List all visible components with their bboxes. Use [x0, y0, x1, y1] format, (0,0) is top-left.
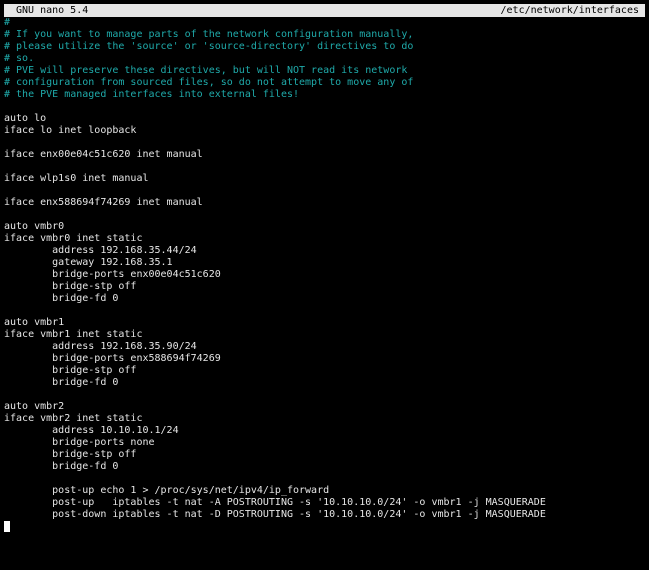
config-line[interactable]: post-up iptables -t nat -A POSTROUTING -… [4, 497, 645, 509]
config-line[interactable]: bridge-ports none [4, 437, 645, 449]
config-line[interactable]: iface vmbr2 inet static [4, 413, 645, 425]
config-line[interactable]: iface vmbr0 inet static [4, 233, 645, 245]
config-line[interactable]: bridge-fd 0 [4, 377, 645, 389]
config-line[interactable] [4, 185, 645, 197]
config-line[interactable]: iface lo inet loopback [4, 125, 645, 137]
config-line[interactable]: gateway 192.168.35.1 [4, 257, 645, 269]
app-title: GNU nano 5.4 [16, 5, 89, 16]
config-line[interactable] [4, 161, 645, 173]
config-line[interactable]: auto lo [4, 113, 645, 125]
config-line[interactable]: bridge-stp off [4, 281, 645, 293]
config-line[interactable]: bridge-fd 0 [4, 461, 645, 473]
config-line[interactable] [4, 305, 645, 317]
text-cursor [4, 521, 10, 532]
config-line[interactable]: address 192.168.35.44/24 [4, 245, 645, 257]
comment-line[interactable]: # PVE will preserve these directives, bu… [4, 65, 645, 77]
comment-line[interactable]: # the PVE managed interfaces into extern… [4, 89, 645, 101]
config-line[interactable]: auto vmbr1 [4, 317, 645, 329]
config-line[interactable]: iface enx00e04c51c620 inet manual [4, 149, 645, 161]
config-line[interactable]: iface wlp1s0 inet manual [4, 173, 645, 185]
config-line[interactable] [4, 389, 645, 401]
status-bar [0, 547, 649, 570]
nano-title-bar: GNU nano 5.4 /etc/network/interfaces [4, 4, 645, 17]
config-line[interactable]: bridge-fd 0 [4, 293, 645, 305]
config-line[interactable]: address 10.10.10.1/24 [4, 425, 645, 437]
config-line[interactable]: address 192.168.35.90/24 [4, 341, 645, 353]
comment-line[interactable]: # [4, 17, 645, 29]
config-line[interactable]: bridge-stp off [4, 365, 645, 377]
editor-text-area[interactable]: # # If you want to manage parts of the ne… [4, 17, 645, 547]
config-line[interactable]: bridge-ports enx588694f74269 [4, 353, 645, 365]
config-line[interactable]: auto vmbr2 [4, 401, 645, 413]
comment-line[interactable]: # configuration from sourced files, so d… [4, 77, 645, 89]
config-line[interactable]: auto vmbr0 [4, 221, 645, 233]
config-line[interactable]: iface vmbr1 inet static [4, 329, 645, 341]
config-line[interactable]: iface enx588694f74269 inet manual [4, 197, 645, 209]
config-line[interactable] [4, 101, 645, 113]
comment-line[interactable]: # please utilize the 'source' or 'source… [4, 41, 645, 53]
comment-line[interactable]: # If you want to manage parts of the net… [4, 29, 645, 41]
config-line[interactable]: bridge-stp off [4, 449, 645, 461]
config-line[interactable] [4, 473, 645, 485]
comment-line[interactable]: # so. [4, 53, 645, 65]
config-line[interactable] [4, 209, 645, 221]
config-line[interactable] [4, 137, 645, 149]
file-path: /etc/network/interfaces [500, 5, 639, 16]
config-line[interactable]: post-down iptables -t nat -D POSTROUTING… [4, 509, 645, 521]
config-line[interactable]: post-up echo 1 > /proc/sys/net/ipv4/ip_f… [4, 485, 645, 497]
config-line[interactable]: bridge-ports enx00e04c51c620 [4, 269, 645, 281]
config-line[interactable] [4, 521, 645, 533]
